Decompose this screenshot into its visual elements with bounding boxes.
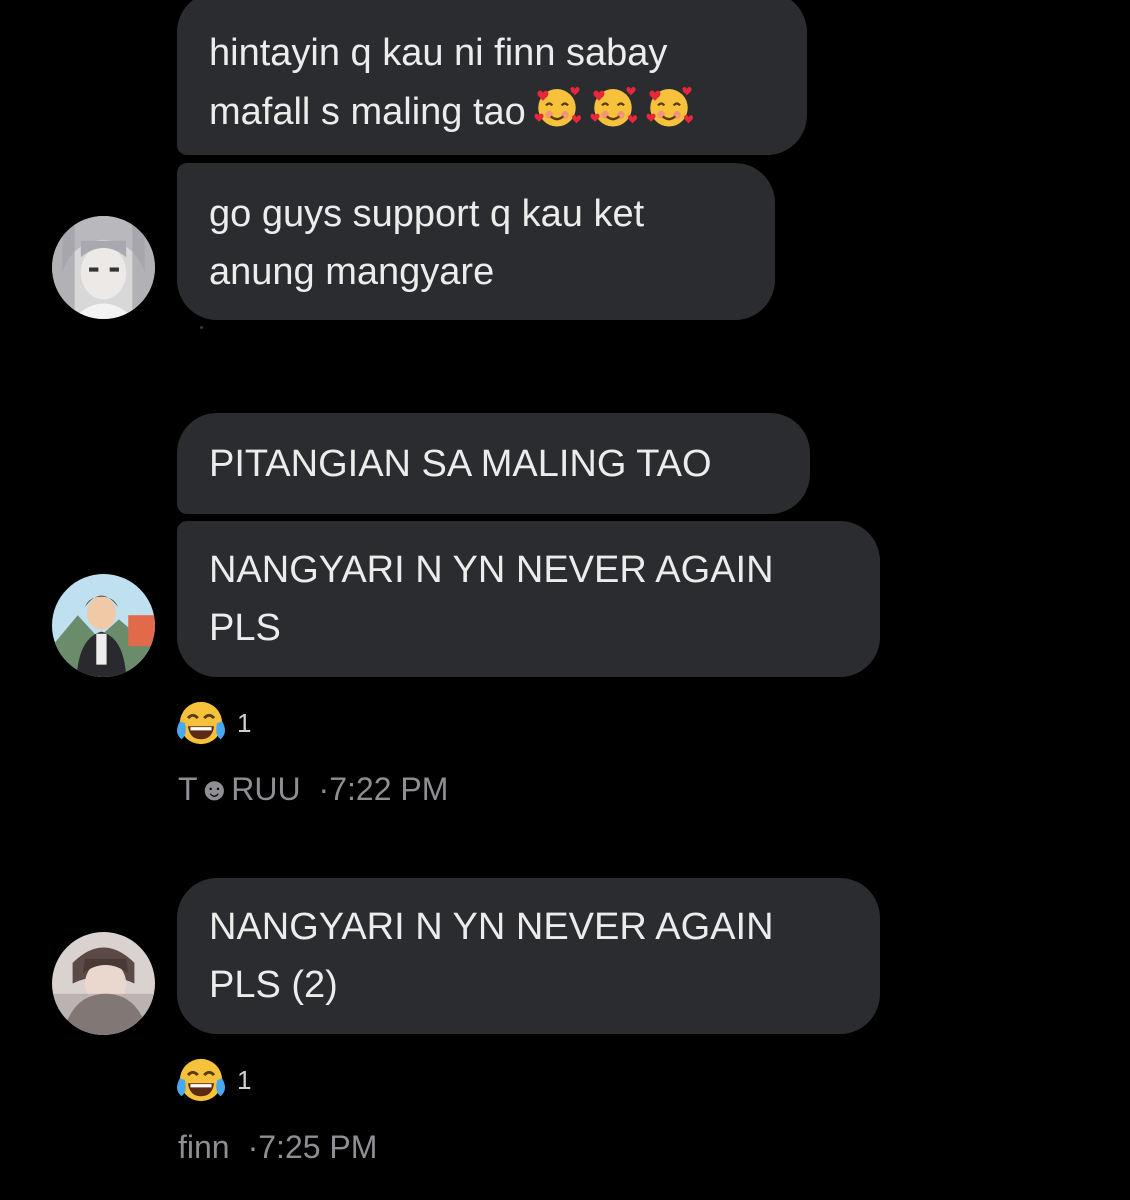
avatar-image: [52, 574, 155, 677]
sender-name[interactable]: finn: [178, 1129, 230, 1165]
timestamp: ·7:25 PM: [247, 1129, 378, 1165]
message-line: anung mangyare: [209, 251, 495, 293]
message-line: PLS (2): [209, 964, 338, 1006]
face-with-tears-of-joy-icon: [176, 1058, 226, 1102]
smiling-face-with-hearts-icon: [534, 87, 581, 127]
message-bubble[interactable]: go guys support q kau ket anung mangyare: [177, 163, 775, 320]
reaction[interactable]: 1: [175, 1054, 251, 1106]
message-line: NANGYARI N YN NEVER AGAIN: [209, 549, 774, 591]
message-line-text: mafall s maling tao: [209, 91, 526, 133]
smiling-face-with-hearts-icon: [646, 87, 693, 127]
avatar[interactable]: [52, 216, 155, 319]
avatar[interactable]: [52, 932, 155, 1035]
message-bubble[interactable]: NANGYARI N YN NEVER AGAIN PLS: [177, 521, 880, 677]
avatar-image: [52, 932, 155, 1035]
message-line: go guys support q kau ket: [209, 193, 645, 235]
message-bubble[interactable]: PITANGIAN SA MALING TAO: [177, 413, 810, 514]
face-with-tears-of-joy-icon: [176, 701, 226, 745]
message-meta: T☻RUU ·7:22 PM: [178, 771, 448, 808]
message-bubble[interactable]: NANGYARI N YN NEVER AGAIN PLS (2): [177, 878, 880, 1034]
message-line: mafall s maling tao: [209, 82, 775, 141]
divider-dot: [200, 326, 203, 329]
message-line: NANGYARI N YN NEVER AGAIN: [209, 906, 774, 948]
message-line: hintayin q kau ni finn sabay: [209, 32, 668, 74]
message-line: PITANGIAN SA MALING TAO: [209, 443, 712, 485]
message-line: PLS: [209, 607, 281, 649]
avatar[interactable]: [52, 574, 155, 677]
message-bubble[interactable]: hintayin q kau ni finn sabay mafall s ma…: [177, 0, 807, 155]
avatar-image: [52, 216, 155, 319]
reaction[interactable]: 1: [175, 697, 251, 749]
timestamp: ·7:22 PM: [318, 771, 449, 807]
sender-name[interactable]: T☻RUU: [178, 771, 301, 807]
smiling-face-with-hearts-icon: [590, 87, 637, 127]
message-meta: finn ·7:25 PM: [178, 1129, 377, 1166]
reaction-count: 1: [237, 1064, 252, 1095]
reaction-count: 1: [237, 707, 252, 738]
